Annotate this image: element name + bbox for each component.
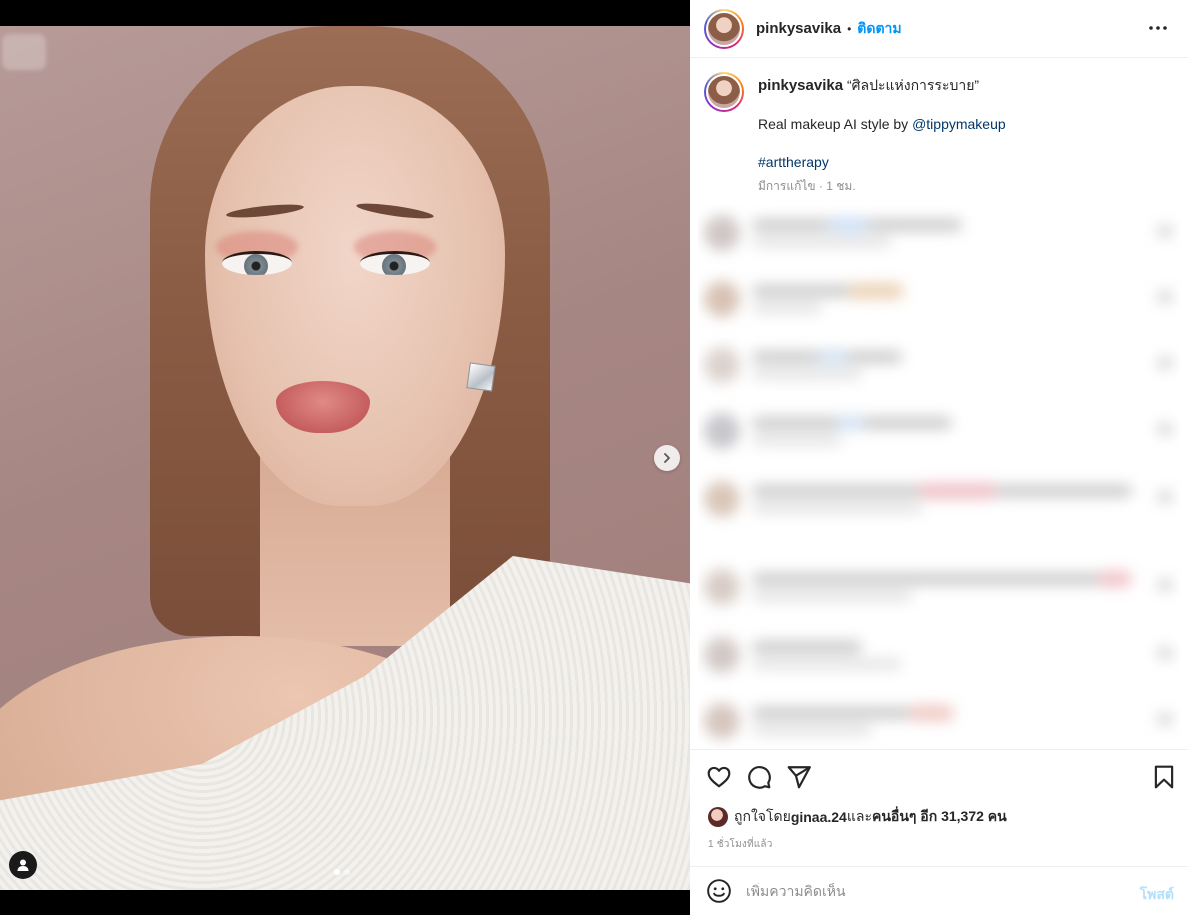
post-timestamp[interactable]: 1 ชั่วโมงที่แล้ว (708, 837, 773, 852)
caption-hashtag-link[interactable]: #arttherapy (758, 154, 829, 170)
photo-eye-left (222, 251, 292, 275)
caption-line-hashtag: #arttherapy (758, 153, 1006, 171)
more-horizontal-icon (1149, 26, 1167, 30)
comment-row (698, 405, 1180, 455)
caption-avatar-ring[interactable] (704, 72, 744, 112)
likes-prefix: ถูกใจโดย (734, 808, 791, 824)
more-options-button[interactable] (1146, 18, 1170, 38)
comment-row (698, 339, 1180, 389)
post-comment-button[interactable]: โพสต์ (1140, 884, 1174, 906)
caption-line-credit: Real makeup AI style by @tippymakeup (758, 115, 1006, 133)
smiley-icon[interactable] (706, 878, 732, 904)
carousel-indicator (334, 869, 350, 875)
post-caption: pinkysavika “ศิลปะแห่งการระบาย” Real mak… (690, 58, 1188, 195)
likes-mid: และ (846, 808, 872, 824)
header-separator: • (847, 21, 852, 36)
comment-row (698, 273, 1180, 323)
comment-row (698, 473, 1180, 523)
media-pane (0, 0, 690, 915)
caption-avatar[interactable] (706, 74, 742, 110)
carousel-dot-active (334, 869, 340, 875)
photo-corner-overlay (2, 34, 46, 70)
paper-plane-icon[interactable] (786, 764, 812, 790)
bookmark-icon[interactable] (1151, 764, 1177, 790)
chevron-right-icon (664, 453, 670, 463)
photo-eye-right (360, 251, 430, 275)
caption-username[interactable]: pinkysavika (758, 77, 843, 94)
post-header: pinkysavika • ติดตาม (690, 0, 1188, 58)
add-comment-bar: โพสต์ (690, 866, 1188, 915)
action-bar (690, 749, 1188, 801)
likes-summary: ถูกใจโดย ginaa.24 และ คนอื่นๆ อีก 31,372… (708, 806, 1007, 828)
comments-list-blurred[interactable] (698, 205, 1180, 748)
caption-title: “ศิลปะแห่งการระบาย” (846, 77, 980, 93)
liker-avatar[interactable] (708, 807, 728, 827)
carousel-next-button[interactable] (654, 445, 680, 471)
comment-row (698, 629, 1180, 679)
follow-button[interactable]: ติดตาม (857, 18, 901, 40)
tagged-users-button[interactable] (9, 851, 37, 879)
author-avatar-ring[interactable] (704, 8, 744, 49)
liker-username[interactable]: ginaa.24 (791, 809, 847, 825)
comment-row (698, 695, 1180, 745)
post-photo[interactable] (0, 26, 690, 890)
author-avatar[interactable] (706, 10, 742, 47)
user-tag-icon (17, 859, 29, 871)
comment-input[interactable] (746, 883, 1106, 899)
comment-row (698, 561, 1180, 611)
caption-body: pinkysavika “ศิลปะแห่งการระบาย” Real mak… (758, 72, 1006, 195)
comment-row (698, 207, 1180, 257)
caption-mention-link[interactable]: @tippymakeup (912, 116, 1006, 132)
caption-credit-text: Real makeup AI style by (758, 116, 913, 132)
post-side-panel: pinkysavika • ติดตาม pinkysavika “ศิลปะแ… (690, 0, 1188, 915)
author-username[interactable]: pinkysavika (756, 20, 841, 37)
photo-earring (466, 362, 496, 392)
likes-others-link[interactable]: คนอื่นๆ อีก 31,372 คน (872, 806, 1007, 828)
caption-meta: มีการแก้ไข · 1 ชม. (758, 179, 856, 193)
heart-icon[interactable] (706, 764, 732, 790)
carousel-dot (344, 869, 350, 875)
comment-bubble-icon[interactable] (746, 764, 772, 790)
